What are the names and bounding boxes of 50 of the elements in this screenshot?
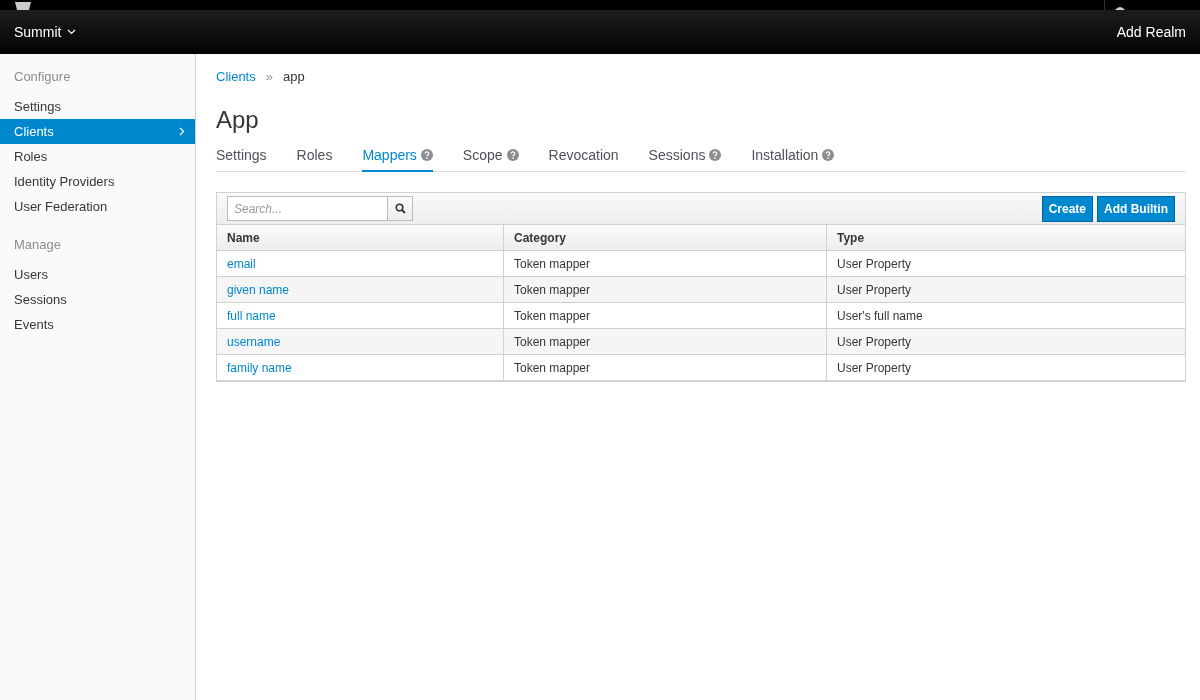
sidebar-item[interactable]: Settings (0, 94, 195, 119)
tab[interactable]: Revocation (548, 144, 619, 172)
table-cell: Token mapper (504, 251, 827, 277)
tab[interactable]: Settings (216, 144, 267, 172)
search-icon (394, 203, 406, 214)
help-icon (822, 149, 835, 161)
mapper-link[interactable]: email (217, 251, 504, 277)
page-title: App (216, 106, 260, 134)
table-cell: Token mapper (504, 277, 827, 303)
sidebar-item[interactable]: User Federation (0, 194, 195, 219)
sidebar-item[interactable]: Roles (0, 144, 195, 169)
search-field[interactable]: Search... (227, 196, 388, 221)
search-button[interactable] (388, 196, 413, 221)
help-icon (709, 149, 722, 161)
tab[interactable]: Roles (296, 144, 333, 172)
breadcrumb-current: app (283, 68, 305, 84)
help-icon (506, 149, 519, 161)
breadcrumb-link[interactable]: Clients (216, 68, 256, 84)
sidebar-item[interactable]: Clients (0, 119, 195, 144)
sidebar-section-title: Configure (13, 69, 72, 84)
table-cell: Token mapper (504, 355, 827, 381)
column-header: Type (827, 225, 1185, 251)
add-builtin-button[interactable]: Add Builtin (1097, 195, 1175, 222)
tab[interactable]: Sessions (648, 144, 722, 172)
mapper-link[interactable]: given name (217, 277, 504, 303)
sidebar-item[interactable]: Events (0, 312, 195, 337)
sidebar-item[interactable]: Sessions (0, 287, 195, 312)
sidebar-item[interactable]: Users (0, 262, 195, 287)
mapper-link[interactable]: username (217, 329, 504, 355)
table-cell: User Property (827, 277, 1185, 303)
tab[interactable]: Scope (462, 144, 519, 172)
column-header: Name (217, 225, 504, 251)
tab[interactable]: Installation (751, 144, 835, 172)
user-icon (1115, 5, 1125, 10)
table-cell: Token mapper (504, 303, 827, 329)
create-button[interactable]: Create (1041, 195, 1093, 222)
sidebar-section-title: Manage (13, 237, 62, 252)
table-cell: Token mapper (504, 329, 827, 355)
column-header: Category (504, 225, 827, 251)
chevron-right-icon (179, 127, 185, 136)
mapper-link[interactable]: full name (217, 303, 504, 329)
tab[interactable]: Mappers (362, 144, 433, 172)
sidebar-item[interactable]: Identity Providers (0, 169, 195, 194)
realm-selector[interactable]: Summit (14, 24, 77, 40)
chevron-down-icon (67, 29, 77, 35)
help-icon (420, 149, 433, 161)
mapper-link[interactable]: family name (217, 355, 504, 381)
breadcrumb-separator: » (265, 68, 273, 84)
add-realm-link[interactable]: Add Realm (1116, 24, 1186, 40)
table-cell: User Property (827, 329, 1185, 355)
